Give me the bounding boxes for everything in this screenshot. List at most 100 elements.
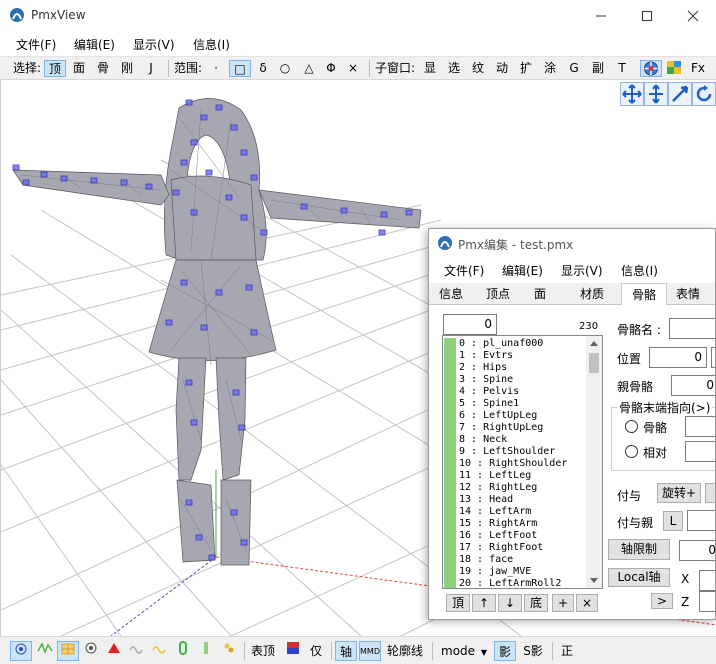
editor-menu-file[interactable]: 文件(F) <box>444 262 484 279</box>
bone-list-item[interactable]: 3 : Spine <box>443 374 586 386</box>
wave-display-button[interactable] <box>127 641 147 661</box>
bone-list-item[interactable]: 7 : RightUpLeg <box>443 422 586 434</box>
bone-list-item[interactable]: 14 : LeftArm <box>443 506 586 518</box>
move-view-button[interactable] <box>620 82 644 106</box>
rotate-view-button[interactable] <box>692 82 716 106</box>
menu-info[interactable]: 信息(I) <box>193 36 230 53</box>
list-down-button[interactable]: ↓ <box>498 594 522 612</box>
parent-bone-field[interactable]: 0 <box>671 375 715 396</box>
list-delete-button[interactable]: × <box>576 594 598 612</box>
list-add-button[interactable]: + <box>552 594 574 612</box>
tab-vertex[interactable]: 顶点 <box>481 286 515 305</box>
bone-list-item[interactable]: 0 : pl_unaf000 <box>443 338 586 350</box>
bone-list-scrollbar[interactable] <box>586 336 602 588</box>
tab-material[interactable]: 材质 <box>577 286 607 305</box>
subwin-extend-button[interactable]: 扩 <box>517 60 535 77</box>
grid-color-button[interactable] <box>664 60 684 77</box>
local-z-field[interactable] <box>699 591 715 612</box>
mesh-display-button[interactable] <box>57 641 79 661</box>
bone-list-item[interactable]: 8 : Neck <box>443 434 586 446</box>
pan-view-button[interactable] <box>644 82 668 106</box>
bone-list-item[interactable]: 11 : LeftLeg <box>443 470 586 482</box>
subwin-t-button[interactable]: T <box>613 60 631 77</box>
bone-list-item[interactable]: 9 : LeftShoulder <box>443 446 586 458</box>
mmd-toggle[interactable]: MMD <box>359 641 381 661</box>
mode-dropdown[interactable]: mode ▼ <box>437 641 489 661</box>
axis-limit-field[interactable]: 0 <box>679 540 715 561</box>
tail-relative-field[interactable] <box>685 441 715 462</box>
tab-face[interactable]: 面 <box>529 286 551 305</box>
subwin-g-button[interactable]: G <box>565 60 583 77</box>
tail-relative-radio[interactable] <box>625 445 638 458</box>
range-box-button[interactable]: □ <box>229 60 251 77</box>
subwin-display-button[interactable]: 显 <box>421 60 439 77</box>
yellow-dots-button[interactable] <box>219 641 239 661</box>
bone-list-item[interactable]: 20 : LeftArmRoll2 <box>443 578 586 588</box>
range-phi-button[interactable]: Φ <box>322 60 340 77</box>
local-x-field[interactable] <box>699 570 715 591</box>
bone-list-item[interactable]: 5 : Spine1 <box>443 398 586 410</box>
position-x-field[interactable]: 0 <box>649 347 707 368</box>
menu-view[interactable]: 显示(V) <box>133 36 175 53</box>
rotate-grant-button[interactable]: 旋转+ <box>657 483 701 503</box>
green-link-button[interactable] <box>173 641 193 661</box>
menu-edit[interactable]: 编辑(E) <box>74 36 115 53</box>
subwin-motion-button[interactable]: 动 <box>493 60 511 77</box>
bone-list-item[interactable]: 10 : RightShoulder <box>443 458 586 470</box>
bone-list-item[interactable]: 18 : face <box>443 554 586 566</box>
grant-parent-button[interactable]: L <box>663 511 683 531</box>
self-shadow-toggle[interactable]: S影 <box>519 641 547 661</box>
select-face-button[interactable]: 面 <box>69 60 89 77</box>
bone-name-field[interactable] <box>669 318 715 339</box>
move-grant-button[interactable] <box>705 483 715 503</box>
subwin-texture-button[interactable]: 纹 <box>469 60 487 77</box>
tail-bone-radio[interactable] <box>625 420 638 433</box>
yellow-wave-button[interactable] <box>150 641 170 661</box>
bone-list-item[interactable]: 6 : LeftUpLeg <box>443 410 586 422</box>
bone-list-item[interactable]: 17 : RightFoot <box>443 542 586 554</box>
bone-list-item[interactable]: 16 : LeftFoot <box>443 530 586 542</box>
axis-limit-button[interactable]: 轴限制 <box>608 539 670 560</box>
bone-list-item[interactable]: 1 : Evtrs <box>443 350 586 362</box>
target-display-button[interactable] <box>81 641 101 661</box>
subwin-select-button[interactable]: 选 <box>445 60 463 77</box>
ortho-toggle[interactable]: 正 <box>556 641 578 661</box>
red-triangle-button[interactable] <box>104 641 124 661</box>
fx-button[interactable]: Fx <box>688 60 708 77</box>
select-bone-button[interactable]: 骨 <box>93 60 113 77</box>
close-button[interactable] <box>670 0 716 31</box>
vertex-display-button[interactable] <box>10 641 32 661</box>
color-block-button[interactable] <box>283 641 303 661</box>
range-triangle-button[interactable]: △ <box>300 60 318 77</box>
grant-parent-field[interactable] <box>687 510 715 531</box>
bone-list[interactable]: 0 : pl_unaf000 1 : Evtrs 2 : Hips 3 : Spine… <box>442 335 603 589</box>
maximize-button[interactable] <box>624 0 670 31</box>
bone-list-item[interactable]: 15 : RightArm <box>443 518 586 530</box>
bone-list-item[interactable]: 4 : Pelvis <box>443 386 586 398</box>
tab-info[interactable]: 信息 <box>437 286 465 305</box>
local-axis-more-button[interactable]: > <box>651 593 673 609</box>
editor-menu-edit[interactable]: 编辑(E) <box>502 262 543 279</box>
list-top-button[interactable]: 頂 <box>446 594 470 612</box>
editor-menu-view[interactable]: 显示(V) <box>561 262 603 279</box>
list-bottom-button[interactable]: 底 <box>524 594 548 612</box>
select-vertex-button[interactable]: 顶 <box>44 60 66 77</box>
range-clear-button[interactable]: × <box>344 60 362 77</box>
local-axis-button[interactable]: Local轴 <box>608 568 670 587</box>
bone-list-item[interactable]: 13 : Head <box>443 494 586 506</box>
green-bar-button[interactable] <box>196 641 216 661</box>
bone-index-field[interactable]: 0 <box>443 314 497 335</box>
range-point-button[interactable]: · <box>207 60 225 77</box>
tab-bone[interactable]: 骨骼 <box>621 283 667 306</box>
shadow-toggle[interactable]: 影 <box>494 641 516 661</box>
wire-display-button[interactable] <box>34 641 56 661</box>
editor-menu-info[interactable]: 信息(I) <box>621 262 658 279</box>
range-circle-button[interactable]: ○ <box>276 60 294 77</box>
range-delta-button[interactable]: δ <box>254 60 272 77</box>
color-wheel-button[interactable] <box>640 60 662 77</box>
subwin-sub-button[interactable]: 副 <box>589 60 607 77</box>
list-up-button[interactable]: ↑ <box>472 594 496 612</box>
minimize-button[interactable] <box>578 0 624 31</box>
outline-toggle[interactable]: 轮廓线 <box>384 641 426 661</box>
bone-list-item[interactable]: 12 : RightLeg <box>443 482 586 494</box>
